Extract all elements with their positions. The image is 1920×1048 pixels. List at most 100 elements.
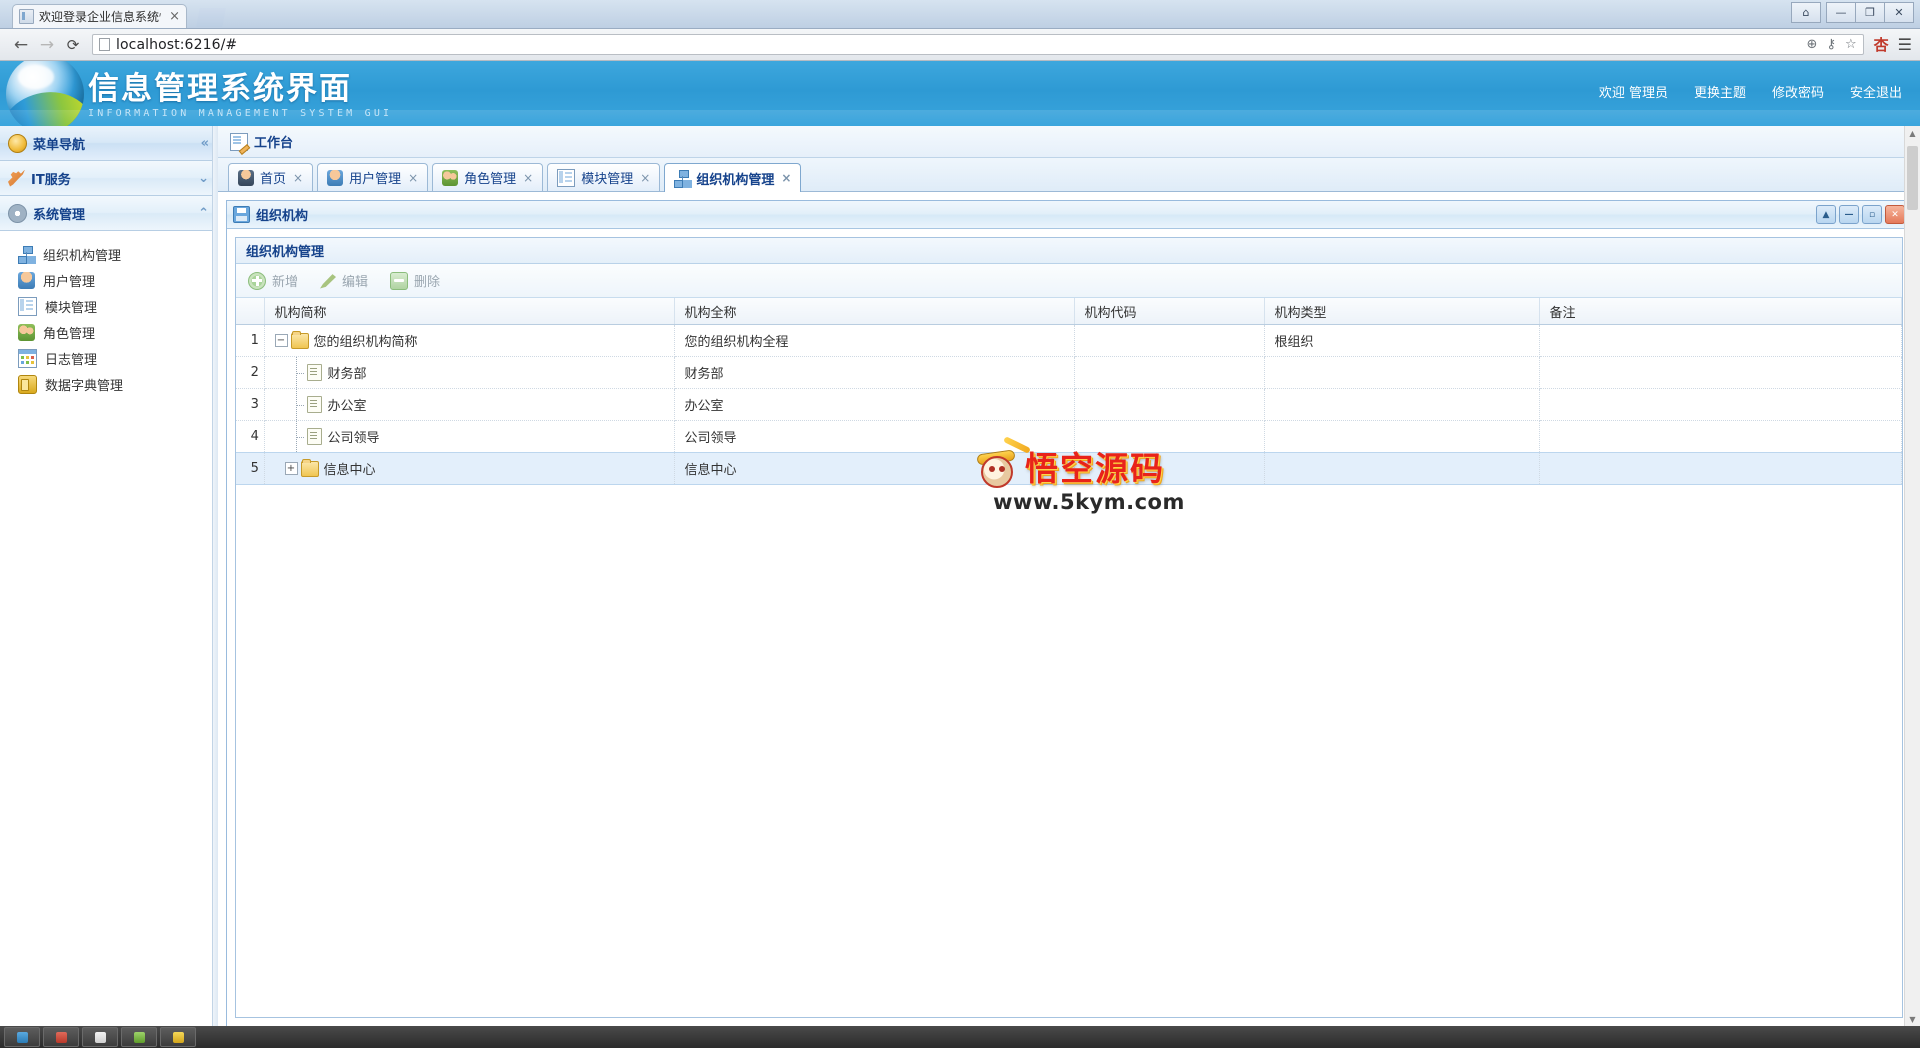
grid-title: 组织机构管理 <box>236 238 1902 264</box>
table-row[interactable]: 3 办公室 办公室 <box>236 388 1902 421</box>
role-icon <box>442 169 459 186</box>
cell-text: 您的组织机构简称 <box>313 335 418 350</box>
grid-toolbar: 新增 编辑 删除 <box>236 264 1902 298</box>
cell-remark <box>1539 452 1902 485</box>
org-table: 机构简称 机构全称 机构代码 机构类型 备注 1 − 您的组织机构简称 您的组织… <box>236 298 1902 485</box>
tab-module-management[interactable]: 模块管理 × <box>547 163 661 191</box>
sidebar-item-module-management[interactable]: 模块管理 <box>0 293 217 319</box>
extension-icon[interactable]: 杏 <box>1874 34 1889 55</box>
column-header-type[interactable]: 机构类型 <box>1264 298 1540 325</box>
sidebar-item-role-management[interactable]: 角色管理 <box>0 319 217 345</box>
sidebar-item-user-management[interactable]: 用户管理 <box>0 267 217 293</box>
dictionary-icon <box>18 374 37 394</box>
change-theme-link[interactable]: 更换主题 <box>1694 82 1746 101</box>
browser-toolbar: ← → ⟳ localhost:6216/# ⊕ ⚷ ☆ 杏 ☰ <box>0 29 1920 61</box>
file-icon <box>306 396 322 413</box>
page-info-icon <box>99 38 110 51</box>
add-button[interactable]: 新增 <box>248 271 298 290</box>
table-row[interactable]: 4 公司领导 公司领导 <box>236 420 1902 453</box>
tab-org-management[interactable]: 组织机构管理 × <box>664 163 802 192</box>
tab-close-icon[interactable]: × <box>408 171 418 185</box>
row-number: 5 <box>236 452 265 485</box>
app-brand: 信息管理系统界面 INFORMATION MANAGEMENT SYSTEM G… <box>88 69 392 119</box>
tab-close-icon[interactable]: × <box>293 171 303 185</box>
tree-expand-toggle[interactable]: + <box>284 462 298 475</box>
edit-button[interactable]: 编辑 <box>320 271 368 290</box>
sidebar-group-system-admin[interactable]: 系统管理 ⌃ <box>0 196 217 231</box>
tab-close-icon[interactable]: × <box>781 171 791 185</box>
page-scrollbar[interactable]: ▲ ▼ <box>1904 126 1920 1027</box>
sidebar-item-org-management[interactable]: 组织机构管理 <box>0 241 217 267</box>
zoom-icon[interactable]: ⊕ <box>1807 37 1818 52</box>
scroll-down-arrow-icon[interactable]: ▼ <box>1905 1012 1920 1027</box>
address-bar[interactable]: localhost:6216/# ⊕ ⚷ ☆ <box>92 34 1864 55</box>
column-header-full-name[interactable]: 机构全称 <box>674 298 1075 325</box>
app-subtitle: INFORMATION MANAGEMENT SYSTEM GUI <box>88 108 393 119</box>
window-close-button[interactable]: ✕ <box>1884 2 1914 23</box>
column-header-rownum[interactable] <box>236 298 265 325</box>
cell-short-name: − 您的组织机构简称 <box>264 324 675 357</box>
profile-icon[interactable]: ⌂ <box>1791 2 1821 23</box>
cell-full-name: 信息中心 <box>674 452 1075 485</box>
reload-button-icon[interactable]: ⟳ <box>60 32 86 58</box>
back-button-icon[interactable]: ← <box>8 32 34 58</box>
cell-text: 公司领导 <box>327 431 380 446</box>
row-number: 2 <box>236 356 265 389</box>
cell-code <box>1074 420 1265 453</box>
maximize-button[interactable]: ▫ <box>1862 205 1882 224</box>
forward-button-icon[interactable]: → <box>34 32 60 58</box>
taskbar-item[interactable] <box>82 1027 118 1047</box>
delete-button[interactable]: 删除 <box>390 271 440 290</box>
collapse-button[interactable]: ▲ <box>1816 205 1836 224</box>
panel-tools: ▲ — ▫ ✕ <box>1816 205 1905 224</box>
chevron-up-icon[interactable]: ⌃ <box>198 207 209 220</box>
table-row[interactable]: 5 + 信息中心 信息中心 <box>236 452 1902 485</box>
taskbar-item[interactable] <box>43 1027 79 1047</box>
tab-close-icon[interactable]: × <box>523 171 533 185</box>
grid-container: 组织机构管理 新增 编辑 删除 机构简称 机构全称 机构代码 机构类型 备注 1… <box>235 237 1903 1018</box>
browser-menu-icon[interactable]: ☰ <box>1898 35 1912 54</box>
table-row[interactable]: 1 − 您的组织机构简称 您的组织机构全程 根组织 <box>236 324 1902 357</box>
cell-full-name: 您的组织机构全程 <box>674 324 1075 357</box>
column-header-short-name[interactable]: 机构简称 <box>264 298 675 325</box>
table-row[interactable]: 2 财务部 财务部 <box>236 356 1902 389</box>
sidebar-group-it-service[interactable]: IT服务 ⌄ <box>0 161 217 196</box>
app-title: 信息管理系统界面 <box>88 71 352 107</box>
sidebar-item-log-management[interactable]: 日志管理 <box>0 345 217 371</box>
close-button[interactable]: ✕ <box>1885 205 1905 224</box>
browser-tab-title: 欢迎登录企业信息系统快 <box>39 10 161 24</box>
chevron-left-icon[interactable]: « <box>201 137 209 150</box>
taskbar-item[interactable] <box>121 1027 157 1047</box>
bookmark-star-icon[interactable]: ☆ <box>1845 37 1857 52</box>
sidebar-group-label: 菜单导航 <box>33 137 86 153</box>
taskbar-item[interactable] <box>160 1027 196 1047</box>
tab-role-management[interactable]: 角色管理 × <box>432 163 544 191</box>
taskbar-item[interactable] <box>4 1027 40 1047</box>
app-logo-icon <box>6 61 84 126</box>
tab-close-icon[interactable]: × <box>640 171 650 185</box>
new-tab-button[interactable] <box>196 8 226 27</box>
welcome-admin-link[interactable]: 欢迎 管理员 <box>1599 82 1668 101</box>
logout-link[interactable]: 安全退出 <box>1850 82 1902 101</box>
top-nav: 欢迎 管理员 更换主题 修改密码 安全退出 <box>1599 82 1902 101</box>
key-icon[interactable]: ⚷ <box>1826 37 1836 52</box>
tab-user-management[interactable]: 用户管理 × <box>317 163 429 191</box>
column-header-remark[interactable]: 备注 <box>1539 298 1902 325</box>
sidebar-group-menu-nav[interactable]: 菜单导航 « <box>0 126 217 161</box>
browser-tab[interactable]: 欢迎登录企业信息系统快 × <box>12 4 187 28</box>
browser-tab-close-icon[interactable]: × <box>169 10 180 23</box>
sidebar: 菜单导航 « IT服务 ⌄ 系统管理 ⌃ 组织机构管理 用户管理 模块管理 角色… <box>0 126 218 1027</box>
window-minimize-button[interactable]: — <box>1826 2 1856 23</box>
sidebar-item-dictionary-management[interactable]: 数据字典管理 <box>0 371 217 397</box>
tree-collapse-toggle[interactable]: − <box>274 334 288 347</box>
window-restore-button[interactable]: ❐ <box>1855 2 1885 23</box>
chevron-down-icon[interactable]: ⌄ <box>198 172 209 185</box>
panel-body: 组织机构管理 新增 编辑 删除 机构简称 机构全称 机构代码 机构类型 备注 1… <box>227 229 1911 1026</box>
window-controls: ⌂ — ❐ ✕ <box>1791 2 1914 23</box>
tab-home[interactable]: 首页 × <box>228 163 314 191</box>
minimize-button[interactable]: — <box>1839 205 1859 224</box>
change-password-link[interactable]: 修改密码 <box>1772 82 1824 101</box>
column-header-code[interactable]: 机构代码 <box>1074 298 1265 325</box>
scroll-up-arrow-icon[interactable]: ▲ <box>1905 126 1920 141</box>
scrollbar-thumb[interactable] <box>1907 146 1918 210</box>
